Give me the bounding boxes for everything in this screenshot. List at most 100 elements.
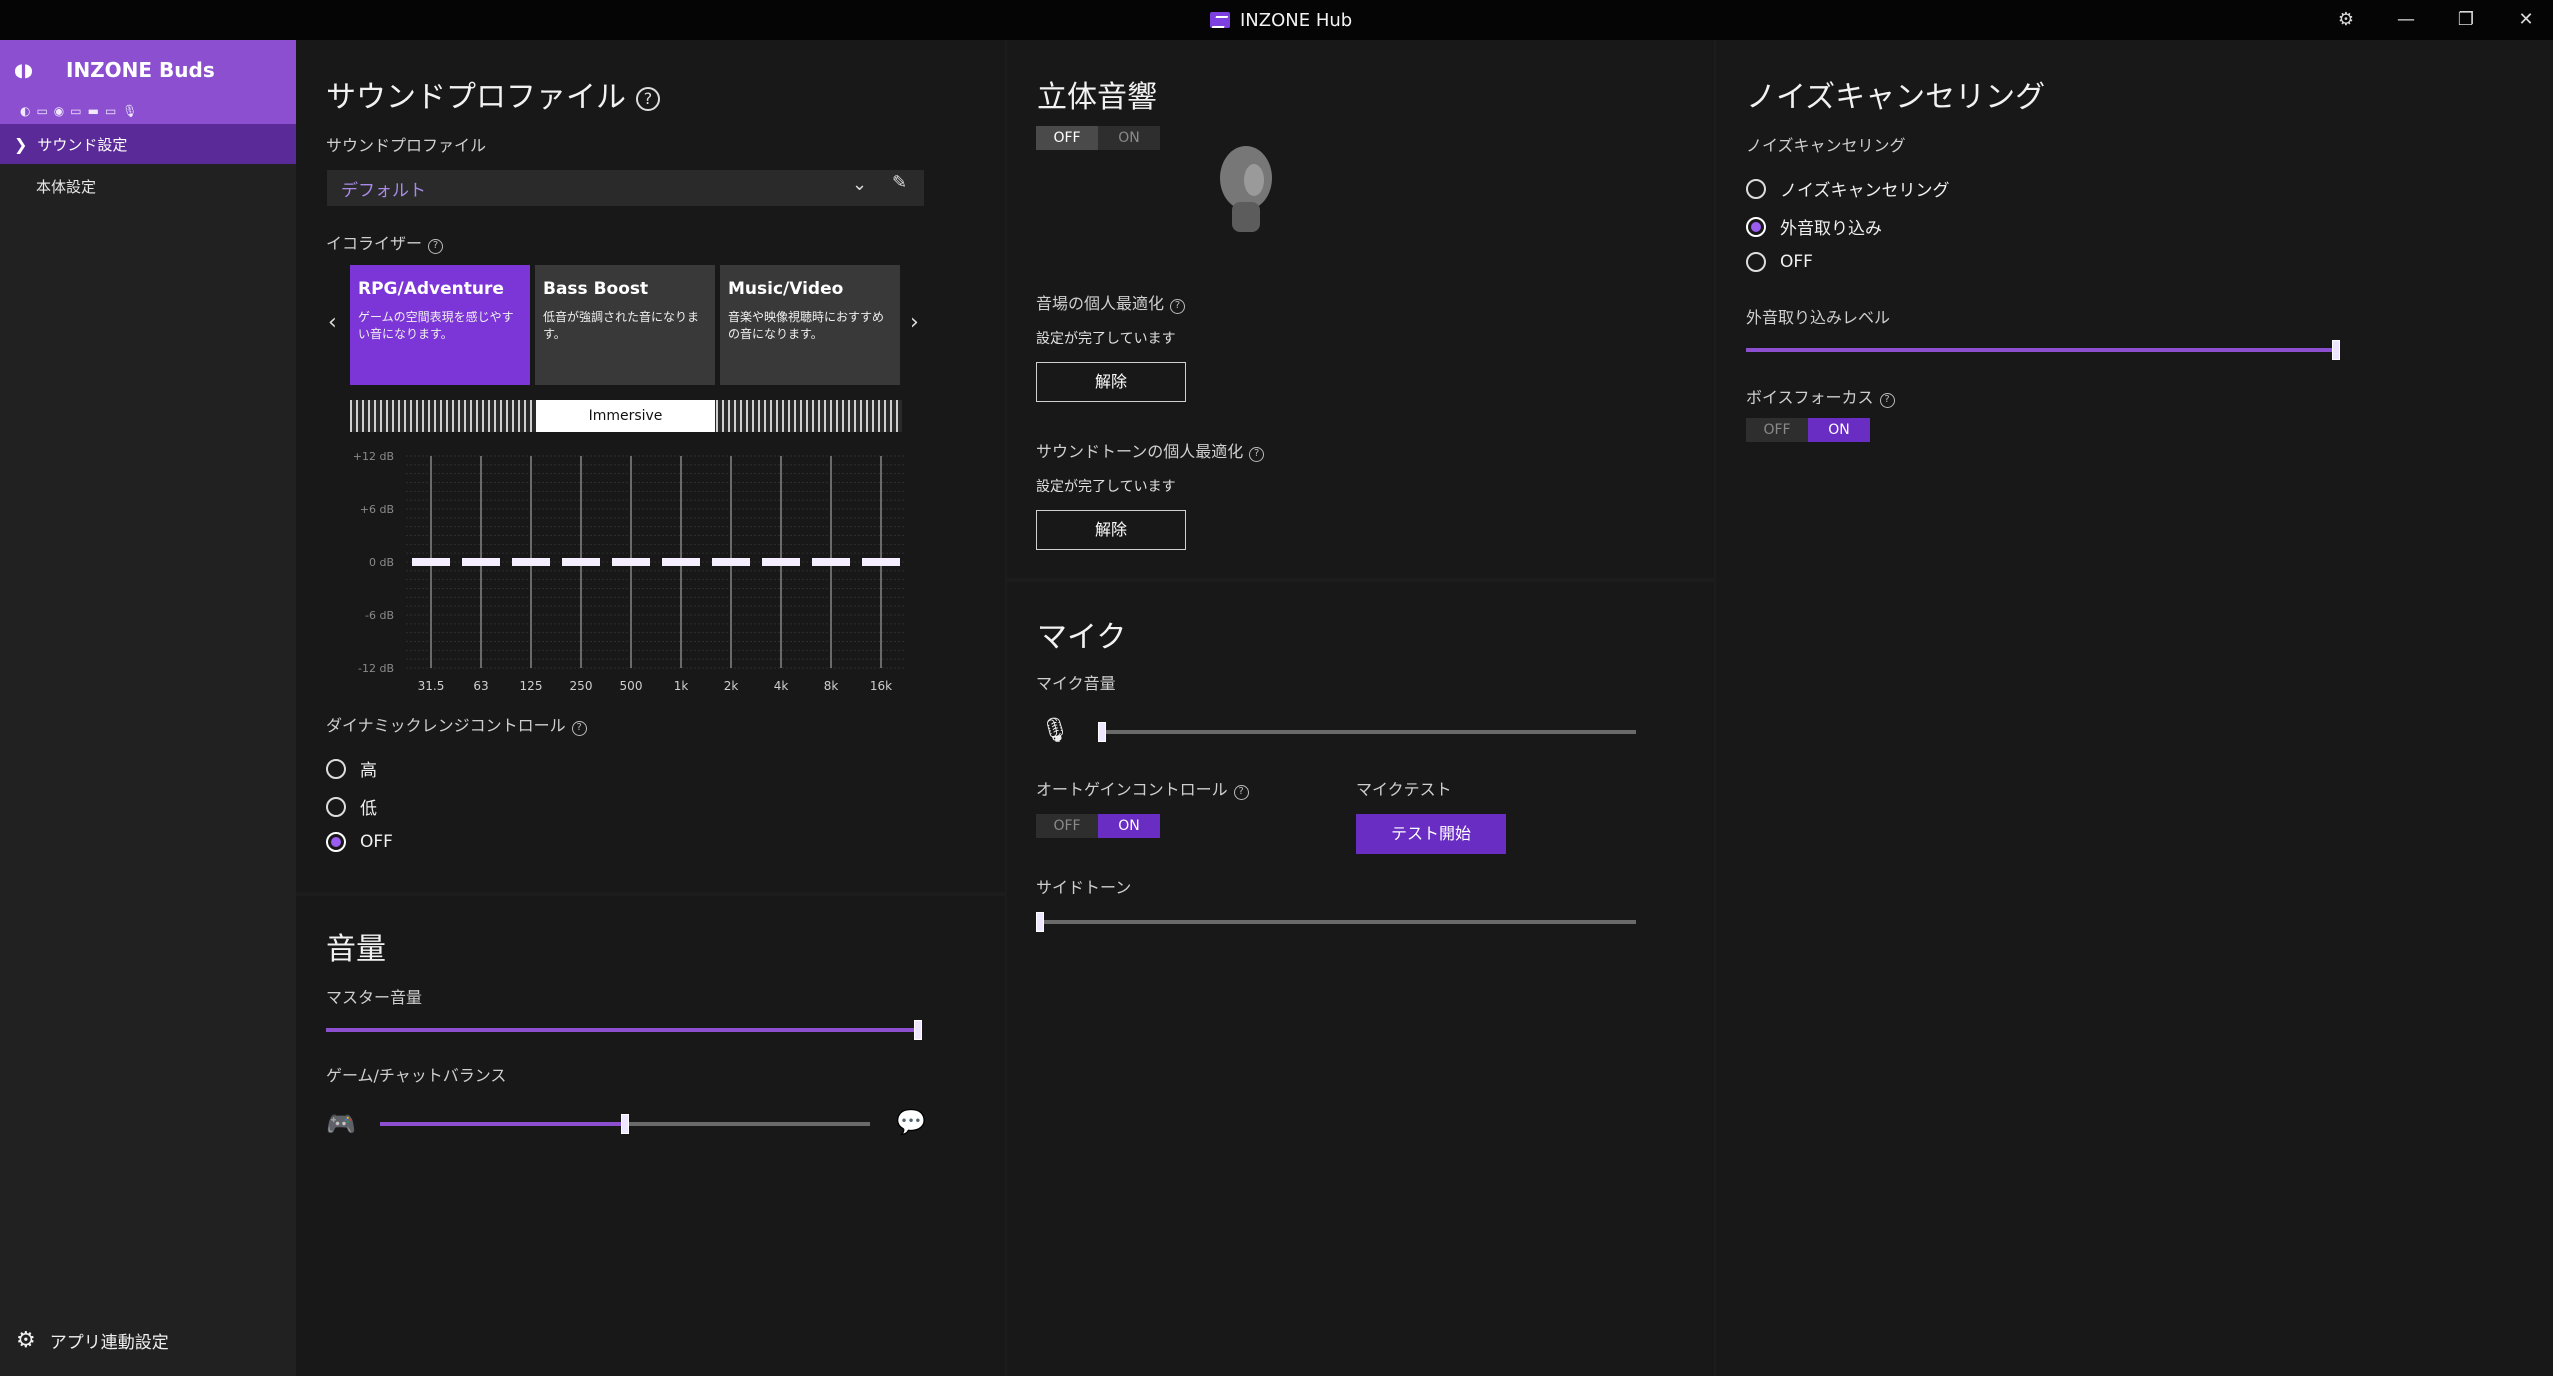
balance-slider[interactable] — [380, 1114, 870, 1134]
radio-nc-off[interactable]: OFF — [1746, 252, 1813, 272]
field-opt-release-button[interactable]: 解除 — [1036, 362, 1186, 402]
chevron-down-icon[interactable]: ⌄ — [852, 174, 867, 195]
eq-preset-desc: 音楽や映像視聴時におすすめの音になります。 — [728, 310, 885, 341]
profile-dropdown[interactable]: デフォルト — [327, 170, 924, 206]
mic-test-button[interactable]: テスト開始 — [1356, 814, 1506, 854]
gamepad-icon: 🎮 — [326, 1110, 356, 1138]
agc-heading: オートゲインコントロール? — [1036, 776, 1249, 800]
radio-circle — [1746, 216, 1766, 237]
equalizer-label: イコライザー — [326, 234, 423, 253]
inzone-logo-icon — [1210, 12, 1230, 28]
mic-volume-slider[interactable] — [1098, 722, 1636, 742]
earbuds-icon: ◖◗ — [14, 60, 33, 81]
voice-focus-heading: ボイスフォーカス? — [1746, 384, 1895, 408]
sidetone-label: サイドトーン — [1036, 878, 1132, 897]
eq-preset-title: RPG/Adventure — [358, 279, 504, 299]
slider-track — [1098, 722, 1636, 742]
slider-thumb[interactable] — [621, 1114, 629, 1134]
radio-drc-low[interactable]: 低 — [326, 794, 377, 819]
slider-thumb[interactable] — [2332, 340, 2340, 360]
help-icon[interactable]: ? — [1170, 299, 1186, 314]
spatial-toggle[interactable]: OFF ON — [1036, 126, 1160, 150]
close-button[interactable]: ✕ — [2508, 6, 2544, 34]
carousel-prev-icon[interactable]: ‹ — [328, 310, 337, 335]
toggle-off[interactable]: OFF — [1036, 126, 1098, 150]
radio-noise-cancel[interactable]: ノイズキャンセリング — [1746, 176, 1950, 201]
eq-preset-card[interactable]: Music/Video 音楽や映像視聴時におすすめの音になります。 — [720, 265, 900, 385]
agc-toggle[interactable]: OFF ON — [1036, 814, 1160, 838]
radio-circle — [326, 796, 346, 817]
toggle-on[interactable]: ON — [1098, 814, 1160, 838]
toggle-off[interactable]: OFF — [1746, 418, 1808, 442]
radio-ambient-sound[interactable]: 外音取り込み — [1746, 214, 1882, 239]
help-icon[interactable]: ? — [636, 87, 660, 111]
slider-track — [1036, 912, 1636, 932]
slider-thumb[interactable] — [1098, 722, 1106, 742]
help-icon[interactable]: ? — [1233, 785, 1249, 800]
toggle-on[interactable]: ON — [1808, 418, 1870, 442]
radio-label: ノイズキャンセリング — [1780, 181, 1950, 201]
restore-button[interactable]: ❐ — [2448, 6, 2484, 34]
sidebar-item-device-settings[interactable]: 本体設定 — [36, 176, 96, 197]
toggle-on[interactable]: ON — [1098, 126, 1160, 150]
edit-pencil-icon[interactable]: ✎ — [892, 172, 907, 193]
minimize-button[interactable]: — — [2388, 6, 2424, 34]
carousel-next-icon[interactable]: › — [910, 310, 919, 335]
head-model-icon — [1220, 146, 1272, 232]
master-volume-label: マスター音量 — [326, 988, 423, 1007]
eq-preset-title: Bass Boost — [543, 279, 649, 299]
noise-cancel-heading: ノイズキャンセリング — [1746, 80, 2046, 115]
eq-band-handle — [512, 558, 550, 566]
toggle-off[interactable]: OFF — [1036, 814, 1098, 838]
app-title-area: INZONE Hub — [1210, 8, 1352, 32]
eq-band-handle — [562, 558, 600, 566]
profile-label: サウンドプロファイル — [326, 136, 487, 155]
tone-opt-label: サウンドトーンの個人最適化 — [1036, 442, 1244, 461]
slider-thumb[interactable] — [1036, 912, 1044, 932]
help-icon[interactable]: ? — [428, 239, 444, 254]
sidebar-item-sound-settings[interactable]: ❯ サウンド設定 — [0, 124, 296, 164]
x-tick-label: 500 — [620, 679, 643, 692]
slider-track — [1746, 340, 2340, 360]
radio-drc-off[interactable]: OFF — [326, 832, 393, 852]
x-tick-label: 31.5 — [418, 679, 445, 692]
volume-panel — [296, 896, 1005, 1376]
tone-opt-release-button[interactable]: 解除 — [1036, 510, 1186, 550]
radio-drc-high[interactable]: 高 — [326, 756, 377, 781]
master-volume-slider[interactable] — [326, 1020, 922, 1040]
eq-preset-card[interactable]: Bass Boost 低音が強調された音になります。 — [535, 265, 715, 385]
eq-band-handle — [712, 558, 750, 566]
gear-icon[interactable]: ⚙ — [2328, 6, 2364, 34]
help-icon[interactable]: ? — [571, 721, 587, 736]
ambient-level-slider[interactable] — [1746, 340, 2340, 360]
help-icon[interactable]: ? — [1249, 447, 1265, 462]
sidetone-slider[interactable] — [1036, 912, 1636, 932]
mic-panel — [1007, 582, 1714, 1376]
radio-circle — [326, 758, 346, 779]
eq-band-handle — [412, 558, 450, 566]
eq-preset-card[interactable]: RPG/Adventure ゲームの空間表現を感じやすい音になります。 — [350, 265, 530, 385]
eq-band-handle — [762, 558, 800, 566]
agc-label: オートゲインコントロール — [1036, 780, 1228, 799]
eq-band-handle — [812, 558, 850, 566]
tone-opt-heading: サウンドトーンの個人最適化? — [1036, 438, 1265, 462]
radio-circle — [1746, 252, 1766, 272]
app-link-button[interactable]: ⚙ アプリ連動設定 — [16, 1328, 169, 1353]
voice-focus-label: ボイスフォーカス — [1746, 388, 1874, 407]
y-tick-label: +12 dB — [353, 450, 394, 463]
app-title: INZONE Hub — [1240, 9, 1353, 31]
tone-opt-status: 設定が完了しています — [1036, 479, 1176, 495]
eq-band-handle — [662, 558, 700, 566]
volume-heading: 音量 — [326, 932, 386, 967]
eq-preset-desc: 低音が強調された音になります。 — [543, 310, 700, 341]
radio-label: 低 — [360, 799, 377, 819]
voice-focus-toggle[interactable]: OFF ON — [1746, 418, 1870, 442]
device-status-icons: ◐▭◉▭▬▭🎙 — [20, 104, 144, 118]
equalizer-graph[interactable]: +12 dB +6 dB 0 dB -6 dB -12 dB 31.5 63 125 250 50… — [336, 442, 916, 692]
sidebar-item-label: サウンド設定 — [37, 135, 128, 154]
x-tick-label: 16k — [870, 679, 892, 692]
slider-track — [326, 1020, 922, 1040]
slider-thumb[interactable] — [914, 1020, 922, 1040]
help-icon[interactable]: ? — [1879, 393, 1895, 408]
x-tick-label: 125 — [520, 679, 543, 692]
